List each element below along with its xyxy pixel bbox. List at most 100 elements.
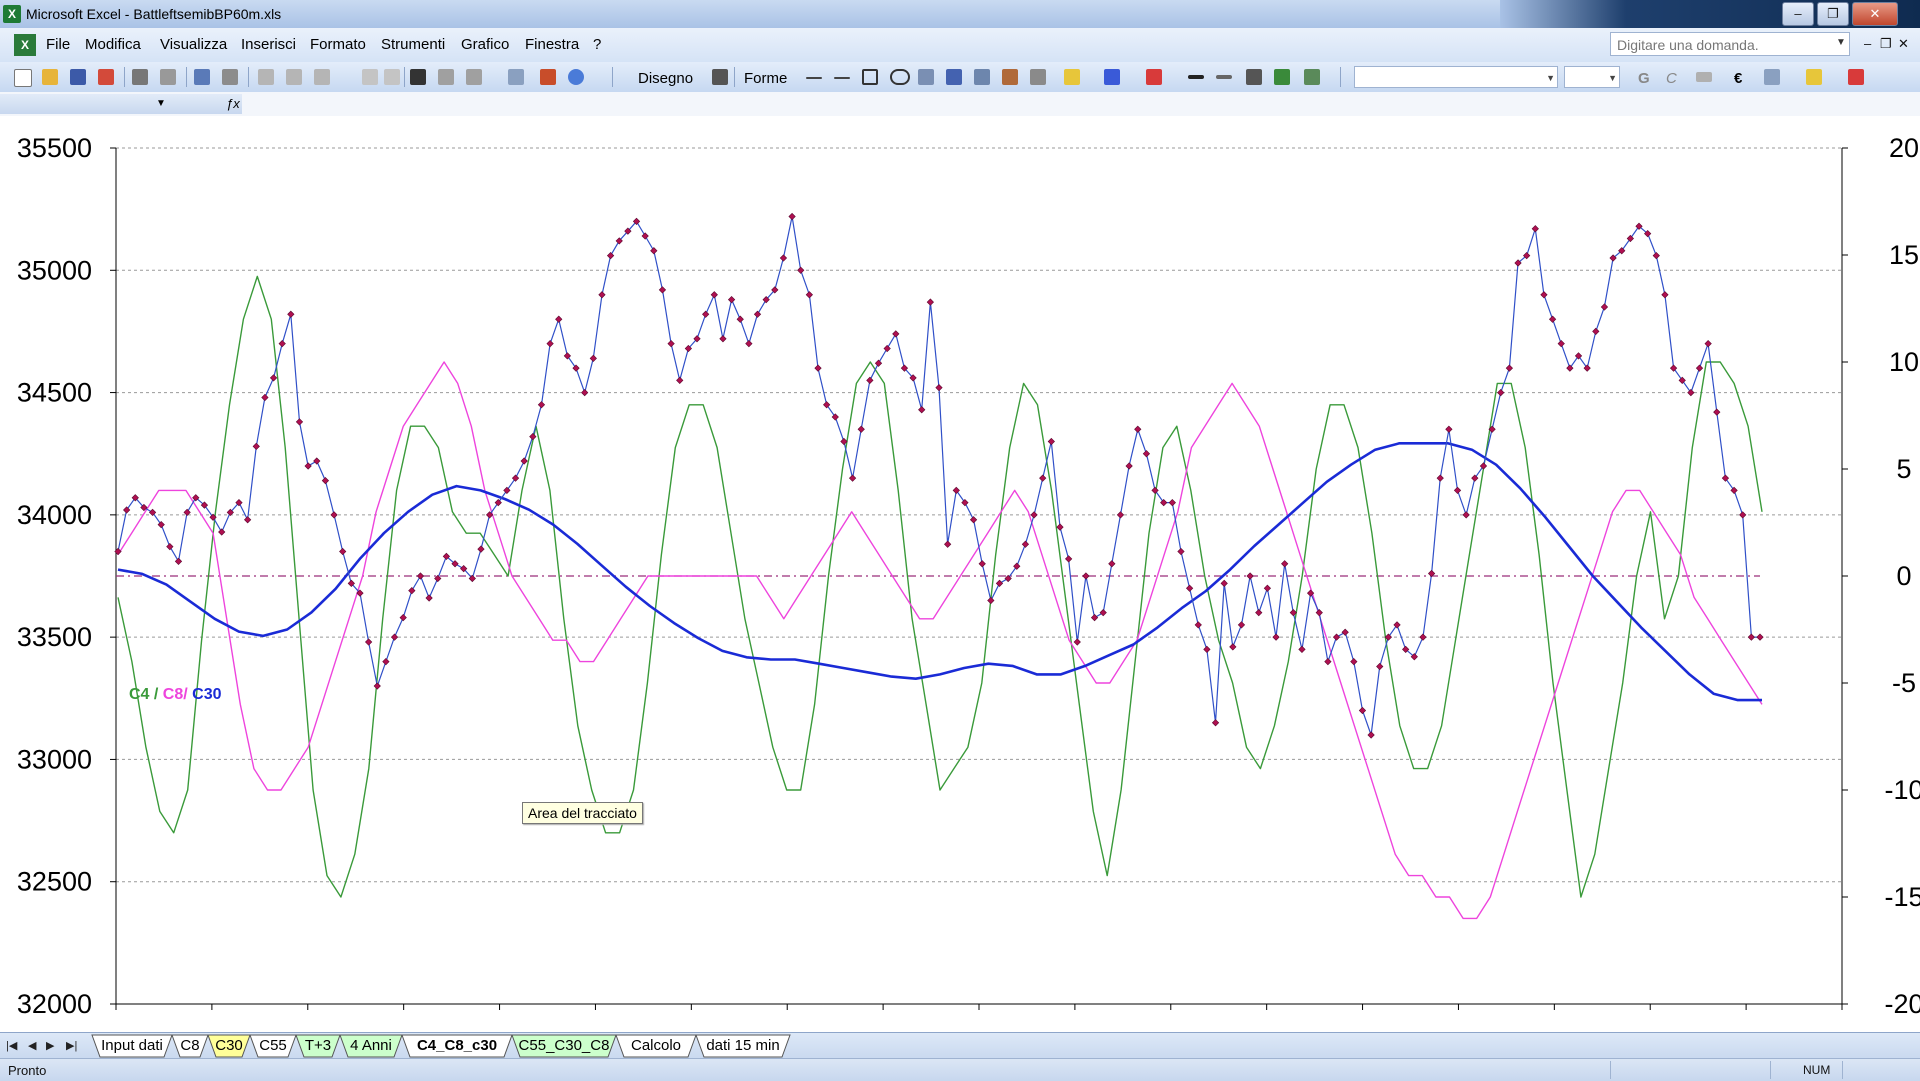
price-point [1324, 657, 1332, 666]
save-icon[interactable] [70, 69, 86, 85]
menu-help[interactable]: ? [593, 36, 601, 53]
undo-icon[interactable] [362, 69, 378, 85]
bold-button[interactable]: G [1638, 70, 1650, 87]
euro-button[interactable]: € [1734, 70, 1742, 87]
menu-visualizza[interactable]: Visualizza [160, 36, 227, 53]
chart-wizard-icon[interactable] [540, 69, 556, 85]
price-point [1713, 408, 1721, 416]
font-size-combo[interactable]: ▼ [1564, 66, 1620, 88]
print-icon[interactable] [132, 69, 148, 85]
fx-icon[interactable]: ƒx [226, 96, 240, 111]
shapes-menu-button[interactable]: Forme [744, 70, 787, 87]
diagram-icon[interactable] [974, 69, 990, 85]
line-color-icon[interactable] [1104, 69, 1120, 85]
workbook-icon[interactable]: X [14, 34, 36, 56]
dash-style-icon[interactable] [1216, 75, 1232, 79]
cell-font-color-icon[interactable] [1848, 69, 1864, 85]
rectangle-icon[interactable] [862, 69, 878, 85]
new-icon[interactable] [14, 69, 32, 87]
draw-menu-button[interactable]: Disegno [638, 70, 693, 87]
font-color-icon[interactable] [1146, 69, 1162, 85]
chart-svg[interactable]: 35500 35000 34500 34000 33500 33000 32500 32000… [0, 116, 1920, 1036]
line-icon[interactable] [806, 77, 822, 79]
restore-button[interactable]: ❐ [1817, 2, 1849, 26]
doc-minimize-button[interactable]: – [1864, 36, 1871, 51]
price-point [745, 340, 753, 348]
fill-color-icon[interactable] [1064, 69, 1080, 85]
price-point [1108, 560, 1116, 568]
doc-close-button[interactable]: ✕ [1898, 36, 1909, 52]
menu-modifica[interactable]: Modifica [85, 36, 141, 53]
legend-c4: C4 [129, 686, 150, 703]
price-point [261, 393, 269, 402]
hyperlink-icon[interactable] [410, 69, 426, 85]
spelling-icon[interactable] [194, 69, 210, 85]
italic-button[interactable]: C [1666, 70, 1677, 87]
sigma-icon[interactable] [466, 69, 482, 85]
price-point [1332, 633, 1341, 641]
borders-icon[interactable] [1764, 69, 1780, 85]
chart-legend[interactable]: C4 / C8/ C30 [129, 686, 222, 704]
shadow-icon[interactable] [1274, 69, 1290, 85]
cell-fill-icon[interactable] [1806, 69, 1822, 85]
oval-icon[interactable] [890, 69, 910, 85]
sort-icon[interactable] [508, 69, 524, 85]
help-search-input[interactable]: Digitare una domanda. [1610, 32, 1850, 56]
font-name-combo[interactable]: ▼ [1354, 66, 1558, 88]
y-right-tick-label: -15 [1884, 882, 1920, 912]
tab-c4-c8-c30[interactable]: C4_C8_c30 [402, 1035, 512, 1057]
3d-icon[interactable] [1304, 69, 1320, 85]
copy-icon[interactable] [286, 69, 302, 85]
menu-file[interactable]: File [46, 36, 70, 53]
menu-grafico[interactable]: Grafico [461, 36, 509, 53]
tab-input-dati[interactable]: Input dati [92, 1035, 172, 1057]
menu-finestra[interactable]: Finestra [525, 36, 579, 53]
price-point [330, 511, 338, 519]
tab-c55[interactable]: C55 [250, 1035, 296, 1057]
permission-icon[interactable] [98, 69, 114, 85]
cut-icon[interactable] [258, 69, 274, 85]
research-icon[interactable] [222, 69, 238, 85]
align-icon[interactable] [1696, 72, 1712, 82]
tab-t-plus-3[interactable]: T+3 [296, 1035, 340, 1057]
arrow-style-icon[interactable] [1246, 69, 1262, 85]
tab-c30[interactable]: C30 [208, 1035, 250, 1057]
doc-restore-button[interactable]: ❐ [1880, 36, 1892, 52]
close-button[interactable]: ✕ [1852, 2, 1898, 26]
menu-formato[interactable]: Formato [310, 36, 366, 53]
name-box[interactable]: ▼ ƒx [0, 94, 242, 114]
clipart-icon[interactable] [1002, 69, 1018, 85]
tab-calcolo[interactable]: Calcolo [616, 1035, 696, 1057]
price-point [1272, 633, 1280, 641]
tab-4-anni[interactable]: 4 Anni [340, 1035, 402, 1057]
autosum-icon[interactable] [438, 69, 454, 85]
tab-c55-c30-c8[interactable]: C55_C30_C8 [512, 1035, 616, 1057]
help-icon[interactable] [568, 69, 584, 85]
excel-app-icon[interactable]: X [3, 5, 21, 23]
redo-icon[interactable] [384, 69, 400, 85]
minimize-button[interactable]: – [1782, 2, 1814, 26]
select-objects-icon[interactable] [712, 69, 728, 85]
price-point [1419, 633, 1427, 641]
chevron-down-icon[interactable]: ▼ [1836, 37, 1846, 48]
price-point [676, 376, 684, 384]
price-point [364, 638, 373, 646]
price-point [529, 432, 537, 441]
price-point [1453, 486, 1462, 495]
tab-c8[interactable]: C8 [172, 1035, 208, 1057]
menu-inserisci[interactable]: Inserisci [241, 36, 296, 53]
wordart-icon[interactable] [946, 69, 962, 85]
price-point [995, 579, 1004, 587]
print-preview-icon[interactable] [160, 69, 176, 85]
tab-dati-15-min[interactable]: dati 15 min [696, 1035, 790, 1057]
paste-icon[interactable] [314, 69, 330, 85]
picture-icon[interactable] [1030, 69, 1046, 85]
menu-strumenti[interactable]: Strumenti [381, 36, 445, 53]
line-style-icon[interactable] [1188, 75, 1204, 79]
arrow-icon[interactable] [834, 77, 850, 79]
textbox-icon[interactable] [918, 69, 934, 85]
open-icon[interactable] [42, 69, 58, 85]
chevron-down-icon[interactable]: ▼ [156, 98, 166, 109]
chart-area[interactable]: 35500 35000 34500 34000 33500 33000 32500 32000… [0, 116, 1920, 1036]
y-left-tick-label: 32500 [17, 867, 92, 897]
